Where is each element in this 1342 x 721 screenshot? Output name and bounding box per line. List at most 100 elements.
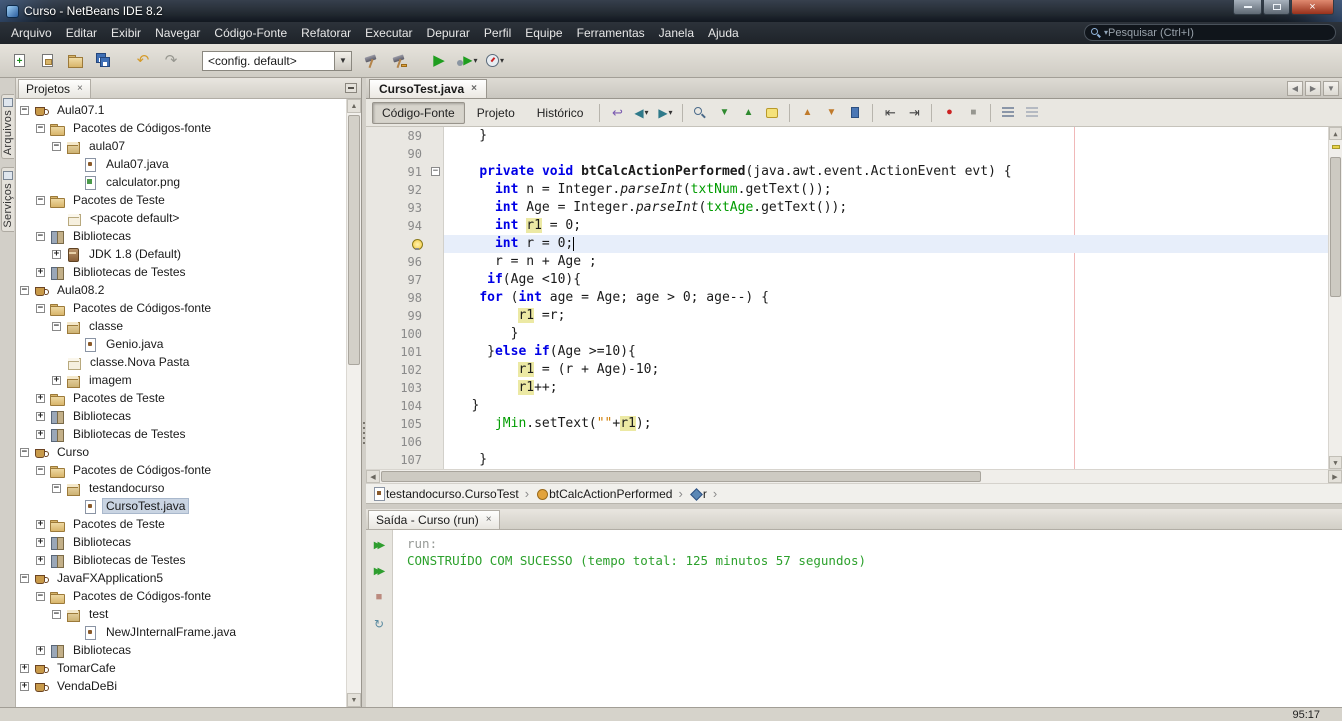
code-line[interactable]: 98 for (int age = Age; age > 0; age--) { xyxy=(366,289,1342,307)
expander-toggle[interactable]: − xyxy=(52,484,61,493)
code-line[interactable]: 107 } xyxy=(366,451,1342,469)
code-line[interactable]: int r = 0; xyxy=(366,235,1342,253)
code-line[interactable]: 101 }else if(Age >=10){ xyxy=(366,343,1342,361)
tree-item[interactable]: classe.Nova Pasta xyxy=(16,353,361,371)
tab-output[interactable]: Saída - Curso (run) × xyxy=(368,510,500,529)
expander-toggle[interactable]: − xyxy=(20,448,29,457)
output-tab-close-icon[interactable]: × xyxy=(486,515,492,525)
menu-item-c-digo-fonte[interactable]: Código-Fonte xyxy=(207,23,294,43)
code-line[interactable]: 90 xyxy=(366,145,1342,163)
previous-bookmark-button[interactable]: ▲ xyxy=(796,102,818,124)
expander-toggle[interactable]: + xyxy=(36,538,45,547)
expander-toggle[interactable]: − xyxy=(20,106,29,115)
debug-project-button[interactable]: ▶▾ xyxy=(454,48,480,74)
view-button-projeto[interactable]: Projeto xyxy=(467,102,525,124)
expander-toggle[interactable]: + xyxy=(52,376,61,385)
back-button[interactable]: ◀▾ xyxy=(630,102,652,124)
tree-item[interactable]: +TomarCafe xyxy=(16,659,361,677)
tree-item[interactable]: −classe xyxy=(16,317,361,335)
fold-collapse-icon[interactable]: − xyxy=(431,167,440,176)
tree-item[interactable]: −Aula08.2 xyxy=(16,281,361,299)
rerun-with-params-button[interactable]: ▶▶ xyxy=(370,562,389,581)
breadcrumb-item-testandocurso-cursotest[interactable]: testandocurso.CursoTest xyxy=(372,487,519,501)
menu-item-ajuda[interactable]: Ajuda xyxy=(701,23,746,43)
scroll-left-icon[interactable]: ◀ xyxy=(366,470,380,483)
expander-toggle[interactable]: + xyxy=(36,520,45,529)
expander-toggle[interactable]: − xyxy=(52,142,61,151)
code-line[interactable]: 94 int r1 = 0; xyxy=(366,217,1342,235)
code-line[interactable]: 97 if(Age <10){ xyxy=(366,271,1342,289)
tree-item[interactable]: Aula07.java xyxy=(16,155,361,173)
code-line[interactable]: 92 int n = Integer.parseInt(txtNum.getTe… xyxy=(366,181,1342,199)
record-macro-button[interactable]: ● xyxy=(938,102,960,124)
scroll-right-icon[interactable]: ▶ xyxy=(1328,470,1342,483)
expander-toggle[interactable]: − xyxy=(36,304,45,313)
open-project-button[interactable] xyxy=(62,48,88,74)
menu-item-editar[interactable]: Editar xyxy=(59,23,104,43)
menu-item-arquivo[interactable]: Arquivo xyxy=(4,23,59,43)
expander-toggle[interactable]: + xyxy=(36,556,45,565)
tree-item[interactable]: −Pacotes de Códigos-fonte xyxy=(16,461,361,479)
tree-item[interactable]: +Bibliotecas xyxy=(16,533,361,551)
tree-item[interactable]: NewJInternalFrame.java xyxy=(16,623,361,641)
maximize-button[interactable] xyxy=(1263,0,1290,15)
minimize-button[interactable] xyxy=(1233,0,1262,15)
rerun-button[interactable]: ▶▶ xyxy=(370,536,389,555)
scroll-up-icon[interactable]: ▲ xyxy=(1329,127,1342,140)
build-project-button[interactable] xyxy=(358,48,384,74)
menu-item-depurar[interactable]: Depurar xyxy=(420,23,477,43)
projects-scrollbar-thumb[interactable] xyxy=(348,115,360,365)
menu-item-perfil[interactable]: Perfil xyxy=(477,23,518,43)
code-line[interactable]: 100 } xyxy=(366,325,1342,343)
expander-toggle[interactable]: − xyxy=(20,286,29,295)
shift-right-button[interactable]: ⇥ xyxy=(903,102,925,124)
tree-item[interactable]: CursoTest.java xyxy=(16,497,361,515)
tree-item[interactable]: +Pacotes de Teste xyxy=(16,389,361,407)
menu-item-janela[interactable]: Janela xyxy=(652,23,701,43)
editor-hscroll-thumb[interactable] xyxy=(381,471,981,482)
tree-item[interactable]: −aula07 xyxy=(16,137,361,155)
tree-item[interactable]: −Pacotes de Códigos-fonte xyxy=(16,119,361,137)
redo-button[interactable]: ↷ xyxy=(158,48,184,74)
minimize-panel-button[interactable] xyxy=(345,83,357,93)
expander-toggle[interactable]: − xyxy=(36,124,45,133)
expander-toggle[interactable]: + xyxy=(36,412,45,421)
editor-vertical-scrollbar[interactable]: ▲ ▼ xyxy=(1328,127,1342,469)
menu-item-ferramentas[interactable]: Ferramentas xyxy=(570,23,652,43)
expander-toggle[interactable]: + xyxy=(36,430,45,439)
uncomment-button[interactable] xyxy=(1021,102,1043,124)
run-project-button[interactable]: ▶ xyxy=(426,48,452,74)
ant-settings-button[interactable]: ↻ xyxy=(370,614,389,633)
tree-item[interactable]: −testandocurso xyxy=(16,479,361,497)
code-line[interactable]: 99 r1 =r; xyxy=(366,307,1342,325)
comment-button[interactable] xyxy=(997,102,1019,124)
scroll-down-icon[interactable]: ▼ xyxy=(1329,456,1342,469)
editor-tab-close-icon[interactable]: × xyxy=(471,84,477,94)
search-input[interactable] xyxy=(1108,27,1329,39)
tree-item[interactable]: −test xyxy=(16,605,361,623)
tree-item[interactable]: +Bibliotecas de Testes xyxy=(16,425,361,443)
clean-build-button[interactable] xyxy=(386,48,412,74)
code-line[interactable]: 102 r1 = (r + Age)-10; xyxy=(366,361,1342,379)
projects-tab-close-icon[interactable]: × xyxy=(77,84,83,94)
shift-left-button[interactable]: ⇤ xyxy=(879,102,901,124)
expander-toggle[interactable]: − xyxy=(36,196,45,205)
expander-toggle[interactable]: − xyxy=(20,574,29,583)
tree-item[interactable]: +VendaDeBi xyxy=(16,677,361,695)
menu-item-executar[interactable]: Executar xyxy=(358,23,419,43)
forward-button[interactable]: ▶▾ xyxy=(654,102,676,124)
hint-bulb-icon[interactable] xyxy=(411,239,422,250)
view-button-hist-rico[interactable]: Histórico xyxy=(527,102,594,124)
code-line[interactable]: 103 r1++; xyxy=(366,379,1342,397)
profile-project-button[interactable]: ▾ xyxy=(482,48,508,74)
find-selection-button[interactable] xyxy=(689,102,711,124)
expander-toggle[interactable]: − xyxy=(52,322,61,331)
scroll-down-icon[interactable]: ▼ xyxy=(347,693,361,707)
expander-toggle[interactable]: + xyxy=(52,250,61,259)
editor-vscroll-thumb[interactable] xyxy=(1330,157,1341,297)
new-project-button[interactable] xyxy=(34,48,60,74)
expander-toggle[interactable]: − xyxy=(36,232,45,241)
projects-scrollbar[interactable]: ▲ ▼ xyxy=(346,99,361,707)
tree-item[interactable]: +imagem xyxy=(16,371,361,389)
tab-list-button[interactable]: ▼ xyxy=(1323,81,1339,96)
